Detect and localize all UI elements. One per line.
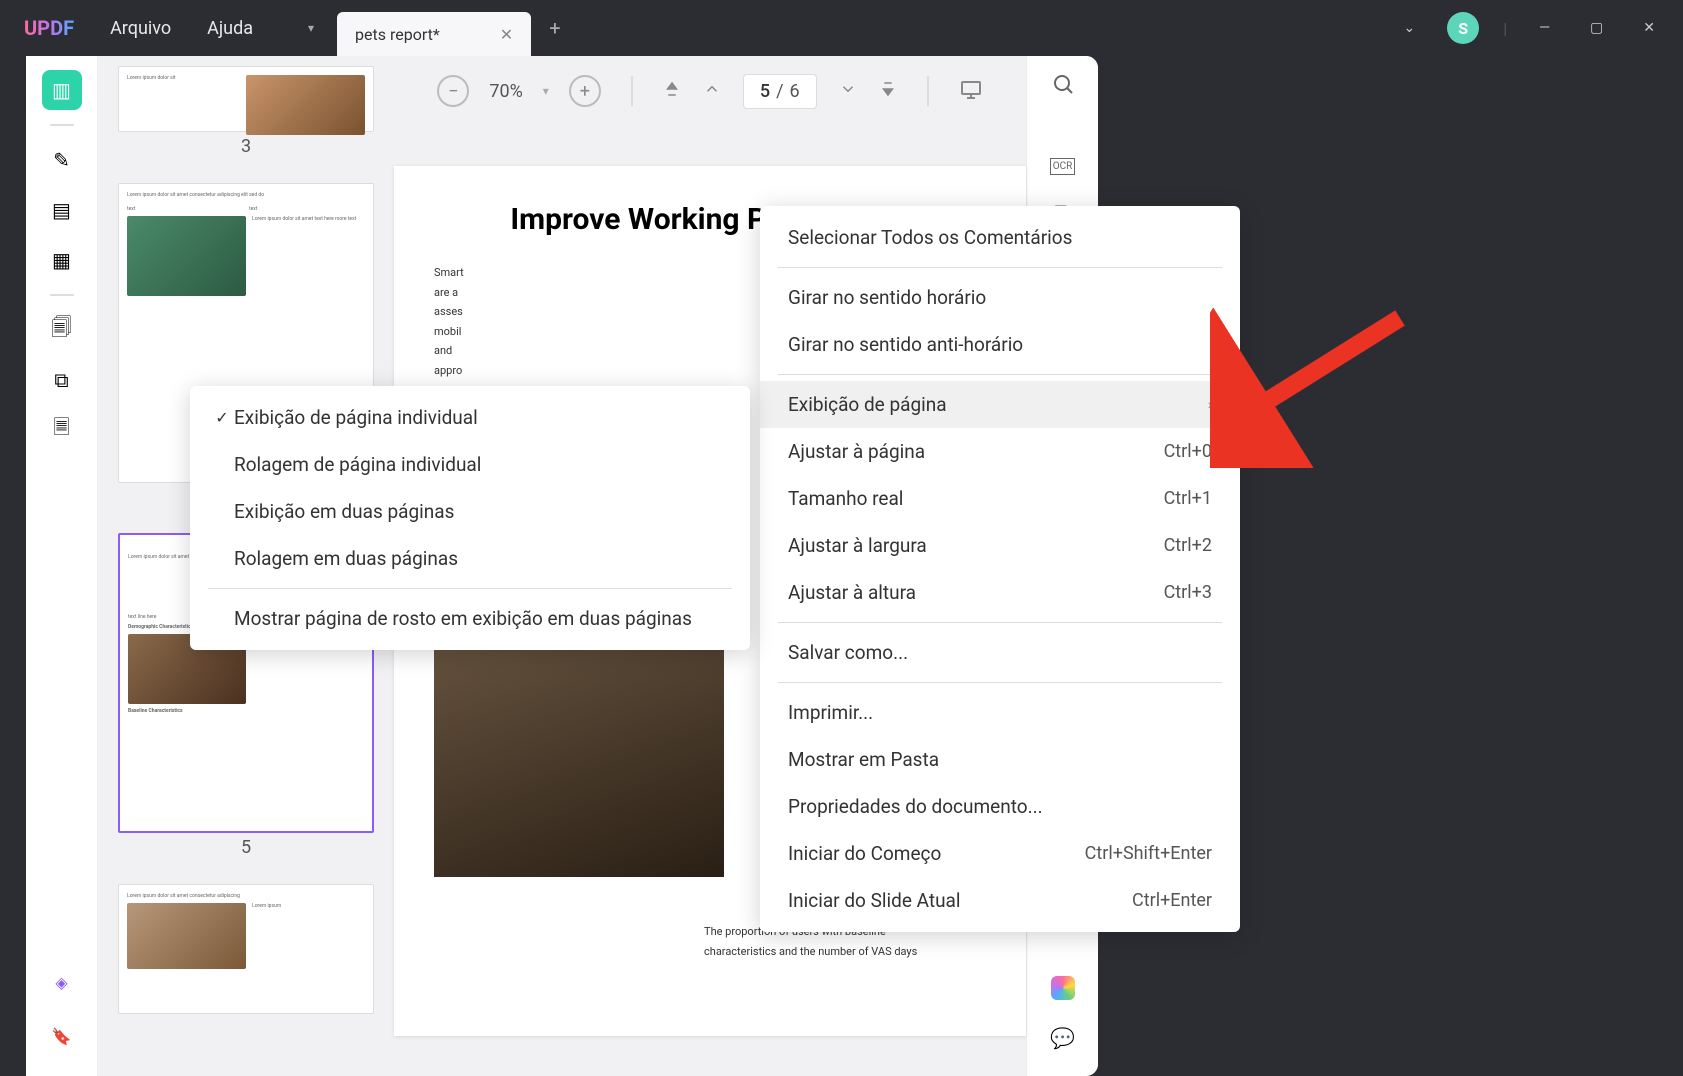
tab-title: pets report* [355,25,440,44]
comment-icon: 💬 [1050,1026,1075,1050]
page-tool[interactable]: ▦ [42,240,82,280]
crop-tool[interactable]: ⧉ [42,360,82,400]
context-menu-item[interactable]: Girar no sentido horário [760,274,1240,321]
context-submenu: ✓Exibição de página individualRolagem de… [190,386,750,650]
layers-button[interactable]: ◈ [42,962,82,1002]
context-menu-item[interactable]: Rolagem de página individual [190,441,750,488]
marker-icon: ✎ [53,148,70,172]
tab-blank[interactable]: ▾ [289,6,333,50]
context-menu-item[interactable]: Selecionar Todos os Comentários [760,214,1240,261]
chevron-down-icon[interactable]: ⌄ [1395,16,1423,40]
search-button[interactable] [1049,70,1077,98]
app-logo: UPDF [24,16,74,40]
zoom-value: 70% [489,81,522,102]
last-page-icon[interactable] [879,80,897,102]
crop-icon: ⧉ [54,368,68,392]
book-icon: ▥ [52,78,71,102]
window-minimize-icon[interactable]: — [1531,16,1558,40]
doc-text: characteristics and the number of VAS da… [704,944,986,961]
context-menu-item[interactable]: Iniciar do Slide AtualCtrl+Enter [760,877,1240,924]
chevron-down-icon[interactable]: ▾ [543,84,549,98]
zoom-in-button[interactable]: + [569,75,601,107]
next-page-icon[interactable] [839,80,857,102]
page-total: 6 [790,81,800,102]
context-menu: Selecionar Todos os Comentários Girar no … [760,206,1240,932]
context-menu-item[interactable]: Ajustar à alturaCtrl+3 [760,569,1240,616]
left-toolbar: ▥ ✎ ▤ ▦ 🗐 ⧉ 🗏 ◈ 🔖 [26,56,98,1076]
ocr-icon: OCR [1050,158,1076,175]
close-icon[interactable]: ✕ [500,25,513,44]
avatar[interactable]: S [1447,12,1479,44]
context-menu-item[interactable]: ✓Exibição de página individual [190,394,750,441]
page-current: 5 [760,81,770,102]
context-menu-item[interactable]: Girar no sentido anti-horário [760,321,1240,368]
stack-icon: 🗏 [53,413,69,447]
stack-tool[interactable]: 🗏 [42,410,82,450]
ocr-button[interactable]: OCR [1049,152,1077,180]
chevron-right-icon: › [1208,397,1212,413]
first-page-icon[interactable] [663,80,681,102]
window-maximize-icon[interactable]: ▢ [1582,16,1611,40]
context-menu-item[interactable]: Rolagem em duas páginas [190,535,750,582]
page-indicator[interactable]: 5 / 6 [743,74,817,109]
ai-icon [1051,976,1075,1000]
layers-icon: ◈ [55,973,67,992]
context-menu-item[interactable]: Salvar como... [760,629,1240,676]
context-menu-item[interactable]: Iniciar do ComeçoCtrl+Shift+Enter [760,830,1240,877]
thumbnail-label: 3 [118,136,374,157]
context-menu-item[interactable]: Propriedades do documento... [760,783,1240,830]
titlebar: UPDF Arquivo Ajuda ▾ pets report* ✕ + ⌄ … [0,0,1683,56]
check-icon: ✓ [210,408,234,427]
thumbnail-page-3[interactable]: Lorem ipsum dolor sit [118,66,374,132]
prev-page-icon[interactable] [703,80,721,102]
comment-button[interactable]: 💬 [1049,1024,1077,1052]
thumbnail-label: 5 [118,837,374,858]
edit-page-icon: ▤ [52,198,71,222]
files-icon: 🗐 [52,313,72,347]
context-menu-item[interactable]: Exibição de página› [760,381,1240,428]
highlight-tool[interactable]: ✎ [42,140,82,180]
thumbnail-page-6[interactable]: Lorem ipsum dolor sit amet consectetur a… [118,884,374,1014]
context-menu-item[interactable]: Ajustar à páginaCtrl+0 [760,428,1240,475]
edit-tool[interactable]: ▤ [42,190,82,230]
context-menu-item[interactable]: Imprimir... [760,689,1240,736]
window-close-icon[interactable]: ✕ [1635,16,1663,40]
pages-icon: ▦ [52,248,71,272]
tab-add-button[interactable]: + [549,16,560,40]
organize-tool[interactable]: 🗐 [42,310,82,350]
present-icon[interactable] [959,77,983,105]
context-menu-item[interactable]: Mostrar em Pasta [760,736,1240,783]
bookmark-button[interactable]: 🔖 [42,1016,82,1056]
tab-active[interactable]: pets report* ✕ [337,12,531,56]
ai-button[interactable] [1049,974,1077,1002]
context-menu-item[interactable]: Exibição em duas páginas [190,488,750,535]
doc-toolbar: − 70% ▾ + 5 / 6 [394,56,1026,126]
reader-tool[interactable]: ▥ [42,70,82,110]
zoom-out-button[interactable]: − [437,75,469,107]
menu-help[interactable]: Ajuda [207,18,253,39]
context-menu-item[interactable]: Tamanho realCtrl+1 [760,475,1240,522]
chevron-down-icon: ▾ [308,21,314,35]
menu-file[interactable]: Arquivo [110,18,171,39]
context-menu-item[interactable]: Mostrar página de rosto em exibição em d… [190,595,750,642]
context-menu-item[interactable]: Ajustar à larguraCtrl+2 [760,522,1240,569]
bookmark-icon: 🔖 [52,1027,72,1046]
